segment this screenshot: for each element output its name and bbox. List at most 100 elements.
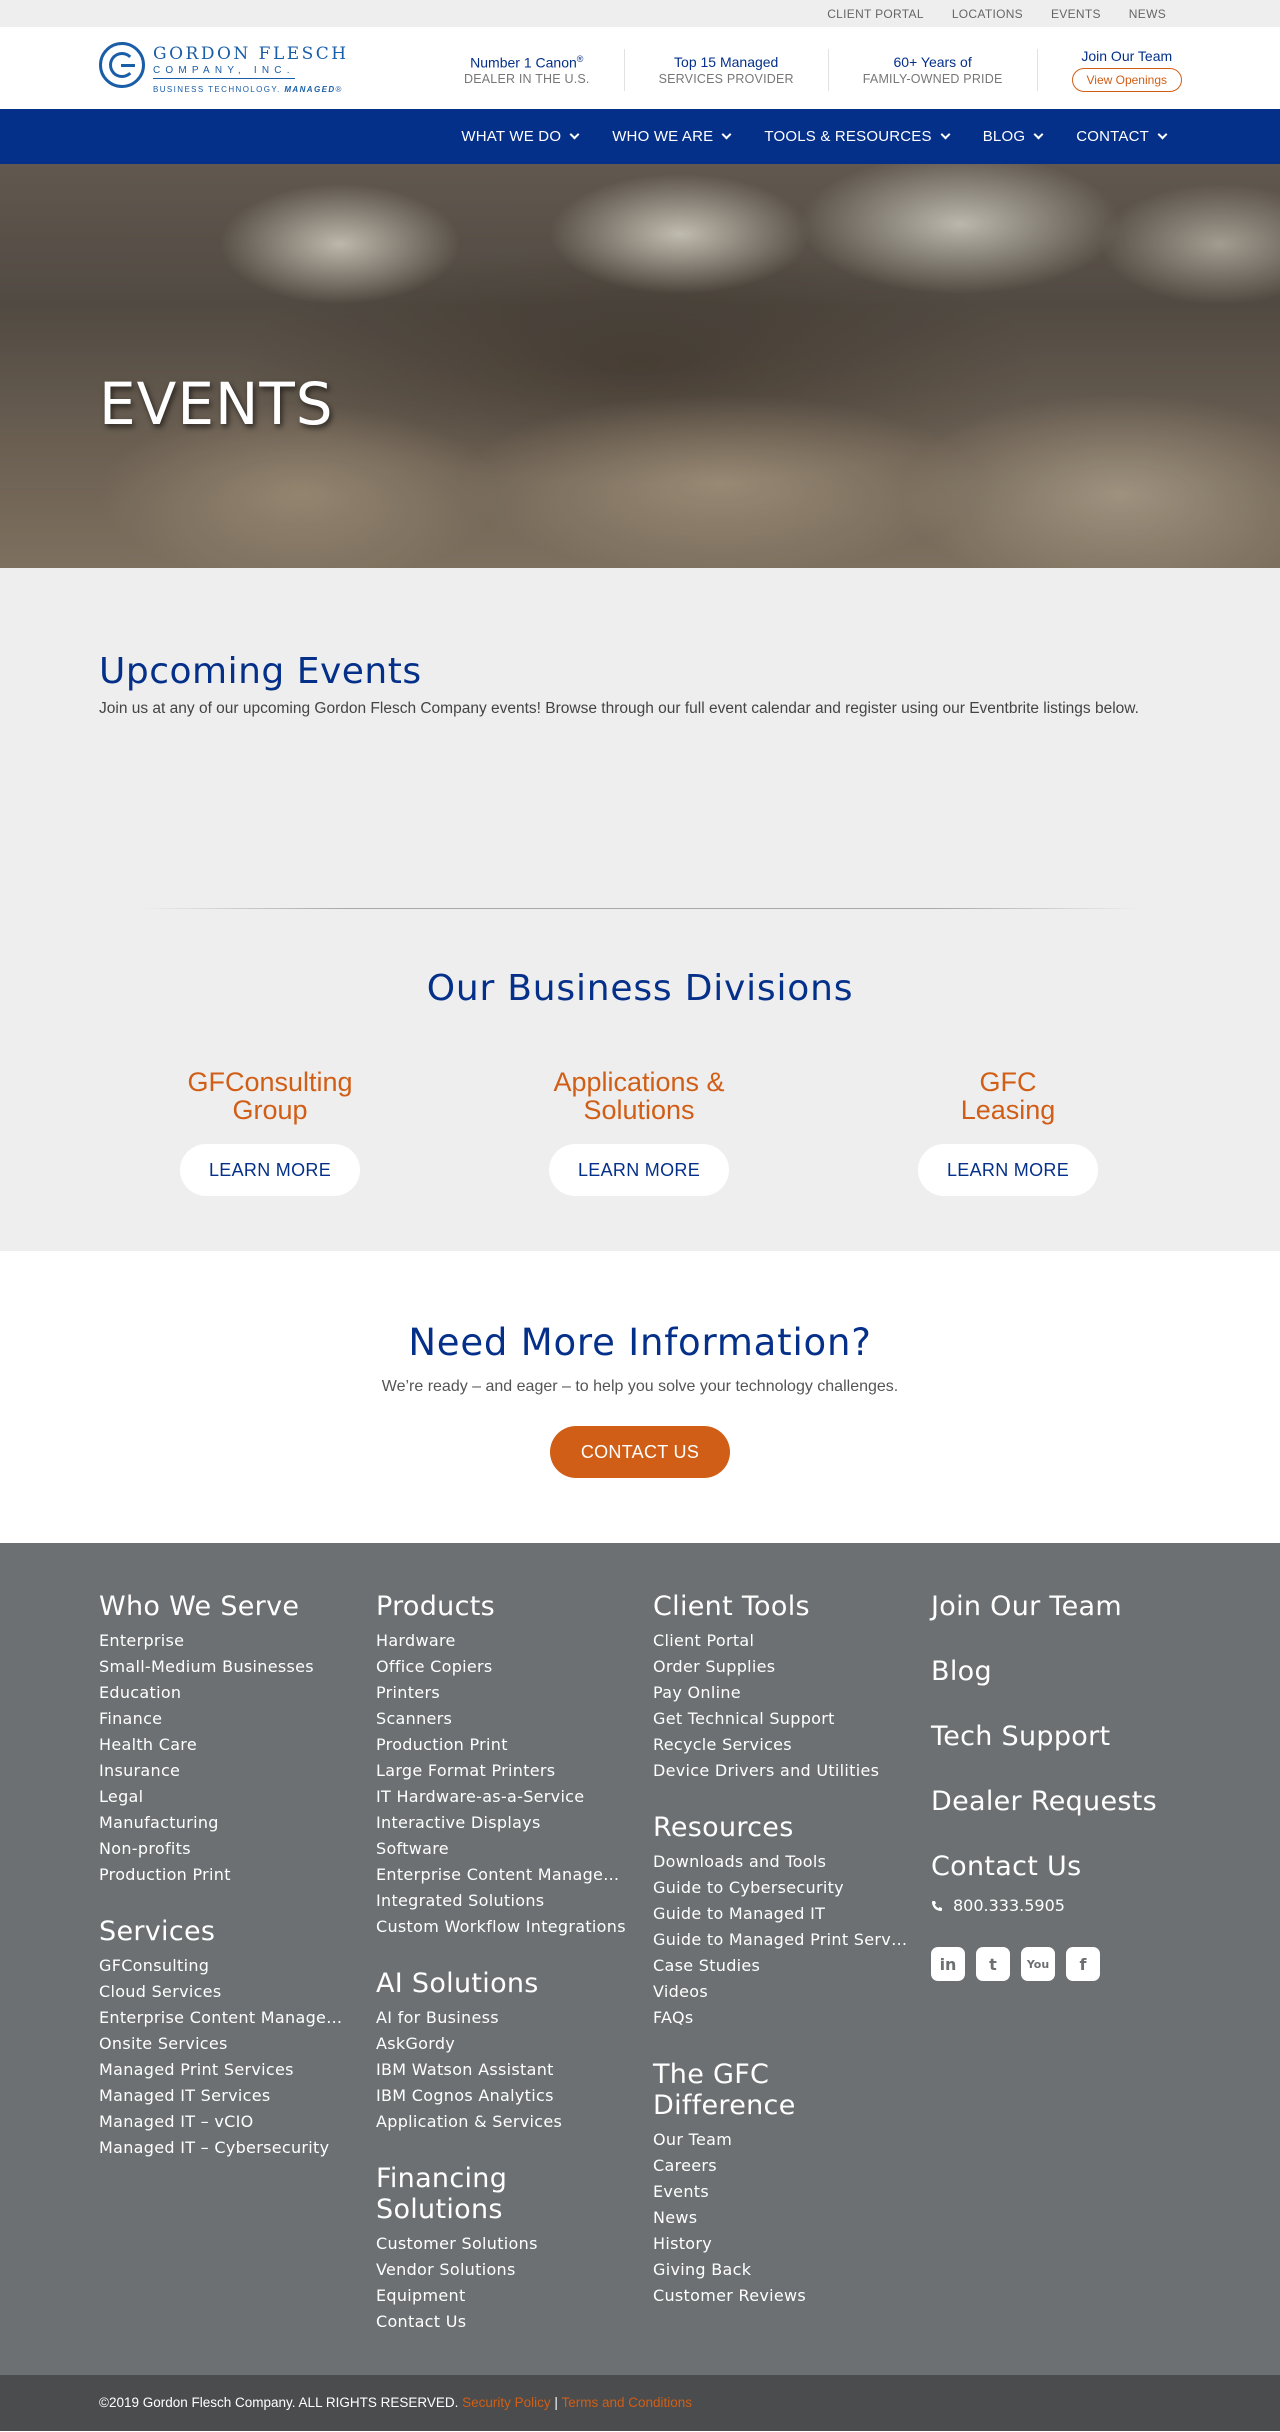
footer-link-managed-it-vcio[interactable]: Managed IT – vCIO (99, 2109, 354, 2135)
footer-link-application-services[interactable]: Application & Services (376, 2109, 631, 2135)
footer-link-device-drivers-and-utilities[interactable]: Device Drivers and Utilities (653, 1758, 908, 1784)
utility-nav: CLIENT PORTAL LOCATIONS EVENTS NEWS (799, 0, 1166, 27)
footer-link-large-format-printers[interactable]: Large Format Printers (376, 1758, 631, 1784)
footer-link-our-team[interactable]: Our Team (653, 2127, 908, 2153)
utility-bar: CLIENT PORTAL LOCATIONS EVENTS NEWS (0, 0, 1280, 27)
footer-link-blog[interactable]: Blog (931, 1656, 1191, 1687)
footer-link-ibm-watson-assistant[interactable]: IBM Watson Assistant (376, 2057, 631, 2083)
utility-link-events[interactable]: EVENTS (1051, 7, 1101, 21)
footer-link-equipment[interactable]: Equipment (376, 2283, 631, 2309)
footer-link-production-print[interactable]: Production Print (376, 1732, 631, 1758)
footer-list: Hardware Office Copiers Printers Scanners Pr… (376, 1628, 636, 1940)
twitter-icon[interactable]: t (976, 1947, 1010, 1981)
nav-tools-resources[interactable]: TOOLS & RESOURCES (764, 128, 951, 145)
footer-link-giving-back[interactable]: Giving Back (653, 2257, 908, 2283)
footer-link-careers[interactable]: Careers (653, 2153, 908, 2179)
footer-link-education[interactable]: Education (99, 1680, 354, 1706)
footer-link-history[interactable]: History (653, 2231, 908, 2257)
footer-link-videos[interactable]: Videos (653, 1979, 908, 2005)
footer-link-client-portal[interactable]: Client Portal (653, 1628, 908, 1654)
footer-link-guide-to-managed-print-services[interactable]: Guide to Managed Print Services (653, 1927, 908, 1953)
nav-contact[interactable]: CONTACT (1076, 128, 1168, 145)
division-applications-title: Applications & Solutions (553, 1067, 725, 1125)
utility-link-locations[interactable]: LOCATIONS (952, 7, 1023, 21)
footer-list: Our Team Careers Events News History Giving B… (653, 2127, 913, 2309)
join-team-link[interactable]: Join Our Team (1072, 48, 1183, 64)
footer-link-manufacturing[interactable]: Manufacturing (99, 1810, 354, 1836)
footer-link-tech-support[interactable]: Tech Support (931, 1721, 1191, 1752)
contact-us-button[interactable]: CONTACT US (550, 1426, 730, 1478)
footer-link-office-copiers[interactable]: Office Copiers (376, 1654, 631, 1680)
footer-link-order-supplies[interactable]: Order Supplies (653, 1654, 908, 1680)
footer-heading-who-we-serve: Who We Serve (99, 1591, 300, 1622)
footer-link-dealer-requests[interactable]: Dealer Requests (931, 1786, 1191, 1817)
upcoming-events-section: Upcoming Events Join us at any of our up… (0, 568, 1280, 1251)
footer-link-software[interactable]: Software (376, 1836, 631, 1862)
footer-link-cloud-services[interactable]: Cloud Services (99, 1979, 354, 2005)
footer-link-get-technical-support[interactable]: Get Technical Support (653, 1706, 908, 1732)
facebook-icon[interactable]: f (1066, 1947, 1100, 1981)
footer-link-enterprise[interactable]: Enterprise (99, 1628, 354, 1654)
footer-link-contact-us[interactable]: Contact Us (376, 2309, 631, 2335)
footer-link-production-print[interactable]: Production Print (99, 1862, 354, 1888)
footer-link-printers[interactable]: Printers (376, 1680, 631, 1706)
footer-link-custom-workflow-integrations[interactable]: Custom Workflow Integrations (376, 1914, 631, 1940)
stat-canon-bottom: DEALER IN THE U.S. (463, 72, 590, 87)
footer-link-onsite-services[interactable]: Onsite Services (99, 2031, 354, 2057)
nav-blog[interactable]: BLOG (983, 128, 1044, 145)
terms-link[interactable]: Terms and Conditions (561, 2395, 692, 2410)
footer-link-recycle-services[interactable]: Recycle Services (653, 1732, 908, 1758)
footer-link-customer-reviews[interactable]: Customer Reviews (653, 2283, 908, 2309)
footer-phone[interactable]: 800.333.5905 (931, 1896, 1191, 1915)
footer-link-legal[interactable]: Legal (99, 1784, 354, 1810)
footer-link-askgordy[interactable]: AskGordy (376, 2031, 631, 2057)
footer-link-pay-online[interactable]: Pay Online (653, 1680, 908, 1706)
footer-link-downloads-and-tools[interactable]: Downloads and Tools (653, 1849, 908, 1875)
footer-link-vendor-solutions[interactable]: Vendor Solutions (376, 2257, 631, 2283)
footer-link-news[interactable]: News (653, 2205, 908, 2231)
footer-link-events[interactable]: Events (653, 2179, 908, 2205)
footer-link-integrated-solutions[interactable]: Integrated Solutions (376, 1888, 631, 1914)
footer-link-interactive-displays[interactable]: Interactive Displays (376, 1810, 631, 1836)
security-policy-link[interactable]: Security Policy (462, 2395, 551, 2410)
footer-link-it-hardware-as-a-service[interactable]: IT Hardware-as-a-Service (376, 1784, 631, 1810)
copyright-text: ©2019 Gordon Flesch Company. ALL RIGHTS … (99, 2395, 693, 2410)
chevron-down-icon (569, 129, 580, 140)
footer-link-case-studies[interactable]: Case Studies (653, 1953, 908, 1979)
footer-link-scanners[interactable]: Scanners (376, 1706, 631, 1732)
footer-link-guide-to-managed-it[interactable]: Guide to Managed IT (653, 1901, 908, 1927)
upcoming-events-title: Upcoming Events (99, 651, 422, 692)
learn-more-button[interactable]: LEARN MORE (180, 1144, 360, 1196)
footer-link-join-team[interactable]: Join Our Team (931, 1591, 1191, 1622)
footer-link-customer-solutions[interactable]: Customer Solutions (376, 2231, 631, 2257)
footer-link-managed-it-cybersecurity[interactable]: Managed IT – Cybersecurity (99, 2135, 354, 2161)
footer-link-non-profits[interactable]: Non-profits (99, 1836, 354, 1862)
division-leasing: GFC Leasing LEARN MORE (878, 1068, 1138, 1196)
view-openings-button[interactable]: View Openings (1071, 68, 1182, 92)
footer-link-insurance[interactable]: Insurance (99, 1758, 354, 1784)
footer-link-hardware[interactable]: Hardware (376, 1628, 631, 1654)
company-logo[interactable]: GORDON FLESCH COMPANY, INC. BUSINESS TEC… (99, 42, 349, 102)
footer-link-ai-for-business[interactable]: AI for Business (376, 2005, 631, 2031)
footer-link-enterprise-content-management[interactable]: Enterprise Content Management (376, 1862, 631, 1888)
nav-who-we-are[interactable]: WHO WE ARE (612, 128, 732, 145)
footer-link-faqs[interactable]: FAQs (653, 2005, 908, 2031)
utility-link-client-portal[interactable]: CLIENT PORTAL (827, 7, 924, 21)
footer-link-gfconsulting[interactable]: GFConsulting (99, 1953, 354, 1979)
footer-link-enterprise-content-management[interactable]: Enterprise Content Management (99, 2005, 354, 2031)
division-applications: Applications & Solutions LEARN MORE (509, 1068, 769, 1196)
footer-link-guide-to-cybersecurity[interactable]: Guide to Cybersecurity (653, 1875, 908, 1901)
footer-list: AI for Business AskGordy IBM Watson Assist… (376, 2005, 636, 2135)
footer-link-small-medium-businesses[interactable]: Small-Medium Businesses (99, 1654, 354, 1680)
footer-link-managed-it-services[interactable]: Managed IT Services (99, 2083, 354, 2109)
footer-link-finance[interactable]: Finance (99, 1706, 354, 1732)
learn-more-button[interactable]: LEARN MORE (918, 1144, 1098, 1196)
learn-more-button[interactable]: LEARN MORE (549, 1144, 729, 1196)
utility-link-news[interactable]: NEWS (1129, 7, 1166, 21)
linkedin-icon[interactable]: in (931, 1947, 965, 1981)
footer-link-health-care[interactable]: Health Care (99, 1732, 354, 1758)
youtube-icon[interactable]: You (1021, 1947, 1055, 1981)
footer-link-managed-print-services[interactable]: Managed Print Services (99, 2057, 354, 2083)
footer-link-ibm-cognos-analytics[interactable]: IBM Cognos Analytics (376, 2083, 631, 2109)
nav-what-we-do[interactable]: WHAT WE DO (461, 128, 580, 145)
